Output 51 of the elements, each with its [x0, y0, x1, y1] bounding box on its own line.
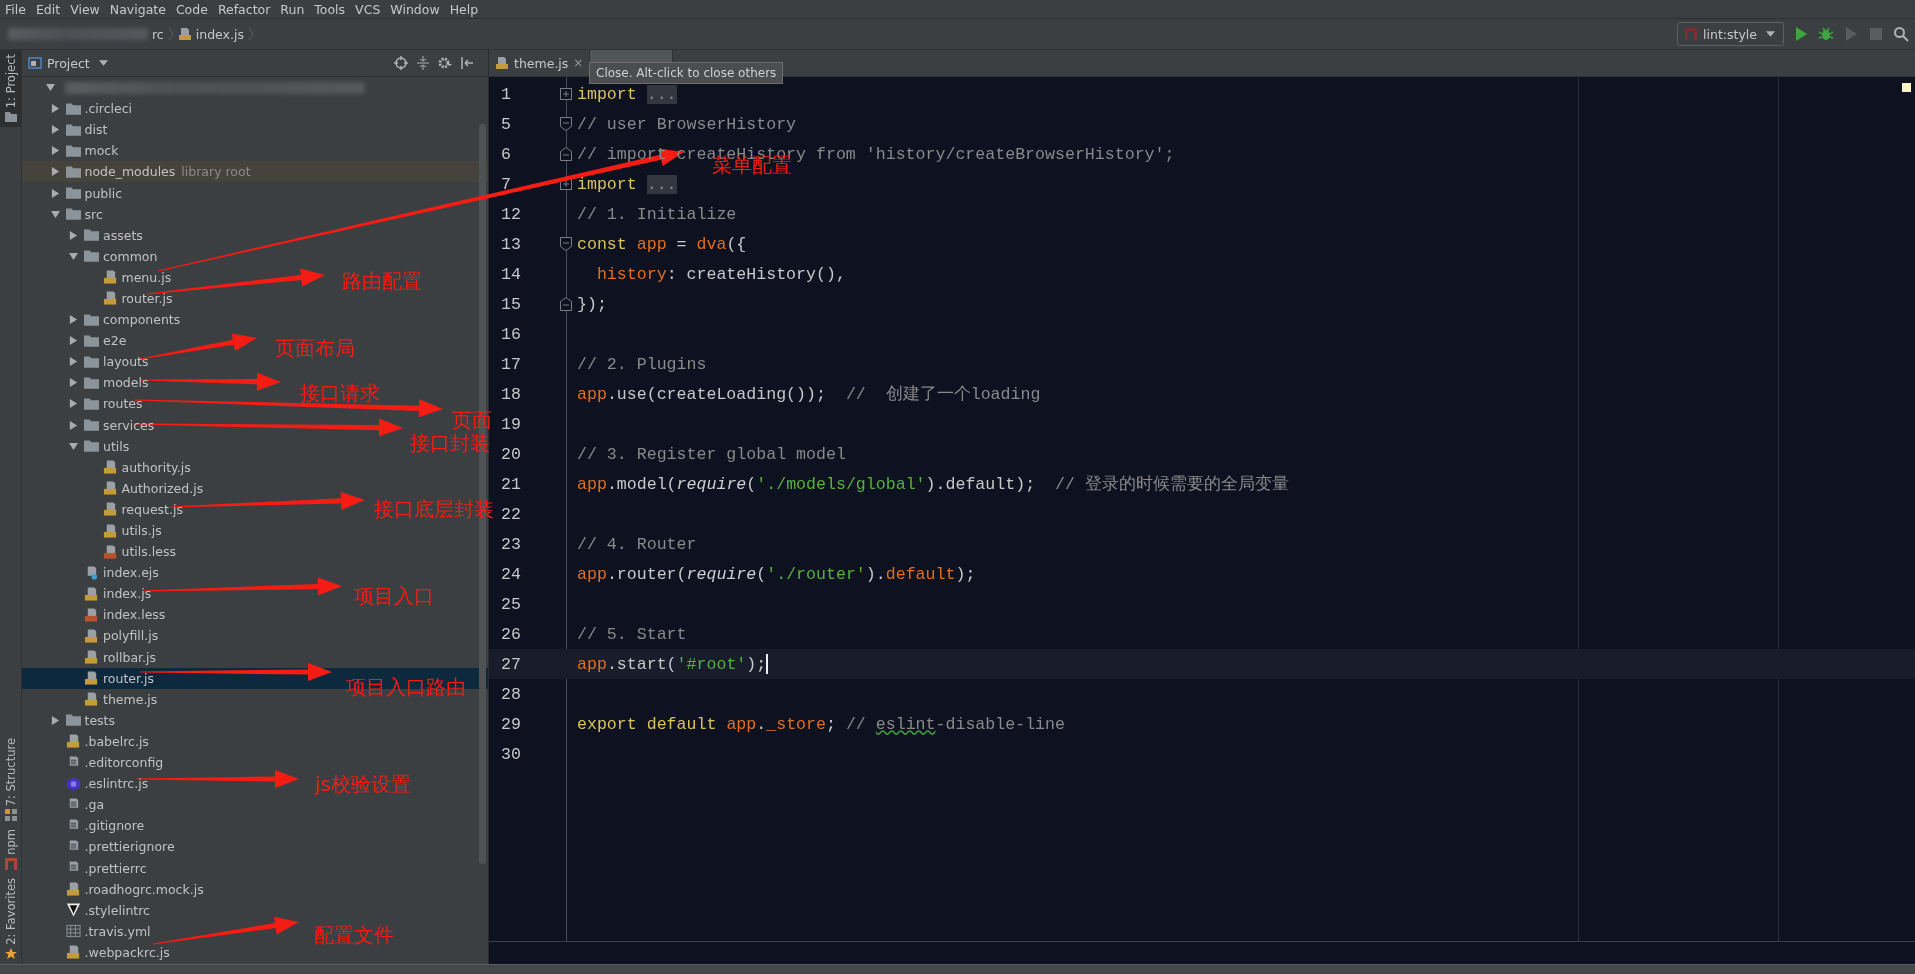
code-line: // 3. Register global model	[577, 444, 846, 464]
line-number: 16	[500, 324, 522, 344]
line-number: 15	[500, 294, 522, 314]
code-line: app.model(require('./models/global').default); // 登录的时候需要的全局变量	[577, 473, 1289, 495]
line-number: 28	[500, 684, 522, 704]
line-number: 6	[500, 144, 512, 164]
line-number: 12	[500, 204, 522, 224]
annotation-label: 接口底层封装	[374, 496, 494, 522]
line-number: 21	[500, 474, 522, 494]
code-line: history: createHistory(),	[595, 264, 846, 284]
annotation-label: 接口封装	[410, 430, 490, 456]
code-line: // 4. Router	[577, 534, 697, 554]
line-number: 24	[500, 564, 522, 584]
line-number: 29	[500, 714, 522, 734]
line-number: 27	[500, 654, 522, 674]
code-line: export default app._store; // eslint-disable-line	[577, 714, 1065, 734]
annotation-label: 路由配置	[342, 268, 422, 294]
line-number: 17	[500, 354, 522, 374]
library-root-label: library root	[181, 164, 251, 180]
code-line: // user BrowserHistory	[577, 114, 797, 134]
annotation-label: 页面	[452, 407, 492, 433]
line-number: 7	[500, 174, 512, 194]
code-line: // 5. Start	[577, 624, 687, 644]
line-number: 14	[500, 264, 522, 284]
annotation-label: 接口请求	[300, 380, 380, 406]
line-number: 13	[500, 234, 522, 254]
line-number: 1	[500, 84, 512, 104]
line-number: 23	[500, 534, 522, 554]
code-line: const app = dva({	[577, 234, 747, 254]
line-number: 30	[500, 744, 522, 764]
line-number: 22	[500, 504, 522, 524]
line-number: 19	[500, 414, 522, 434]
code-line: import ...	[577, 174, 677, 194]
code-line: });	[577, 294, 607, 314]
line-number: 25	[500, 594, 522, 614]
annotation-label: js校验设置	[315, 771, 411, 797]
code-line: app.start('#root');	[577, 654, 769, 674]
code-line: app.use(createLoading()); // 创建了一个loading	[577, 383, 1041, 405]
line-number: 5	[500, 114, 512, 134]
annotation-label: 项目入口	[354, 583, 434, 609]
tooltip: Close. Alt-click to close others	[589, 62, 784, 84]
annotation-label: 页面布局	[275, 335, 355, 361]
code-line: import ...	[577, 84, 677, 104]
code-line: // 2. Plugins	[577, 354, 707, 374]
code-line: app.router(require('./router').default);	[577, 564, 976, 584]
annotation-label: 配置文件	[314, 922, 394, 948]
line-number: 20	[500, 444, 522, 464]
line-number: 26	[500, 624, 522, 644]
line-number: 18	[500, 384, 522, 404]
code-line: // 1. Initialize	[577, 204, 737, 224]
annotation-label: 项目入口路由	[346, 674, 466, 700]
